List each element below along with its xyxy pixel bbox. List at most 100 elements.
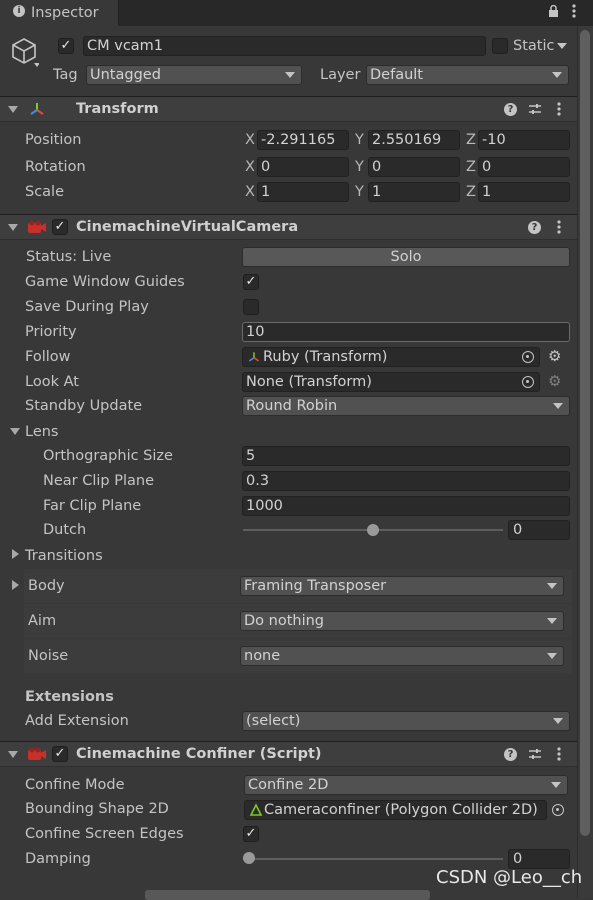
chevron-down-icon xyxy=(551,782,561,788)
cube-icon xyxy=(9,36,40,73)
confiner-enabled-checkbox[interactable]: ✓ xyxy=(52,746,68,762)
save-during-play-checkbox[interactable] xyxy=(243,299,259,315)
scale-x-field[interactable]: 1 xyxy=(257,182,349,202)
object-name-field[interactable]: CM vcam1 xyxy=(83,36,486,56)
priority-label: Priority xyxy=(25,324,77,340)
position-x-field[interactable]: -2.291165 xyxy=(257,130,349,150)
foldout-arrow-icon[interactable] xyxy=(12,549,19,559)
chevron-down-icon xyxy=(552,72,562,78)
transform-axes-icon xyxy=(247,350,261,366)
scale-z-field[interactable]: 1 xyxy=(478,182,570,202)
noise-dropdown[interactable]: none xyxy=(240,646,564,666)
follow-field[interactable]: Ruby (Transform) xyxy=(242,347,540,367)
foldout-arrow-icon[interactable] xyxy=(12,580,19,590)
confine-screen-edges-checkbox[interactable]: ✓ xyxy=(243,826,259,842)
menu-dots-icon[interactable] xyxy=(572,3,576,24)
preset-icon[interactable] xyxy=(528,102,542,121)
foldout-arrow-icon[interactable] xyxy=(10,428,20,435)
standby-update-value: Round Robin xyxy=(246,398,338,414)
solo-button[interactable]: Solo xyxy=(242,247,570,267)
axis-z-label[interactable]: Z xyxy=(466,131,476,149)
axis-y-label[interactable]: Y xyxy=(355,158,364,176)
noise-value: none xyxy=(244,648,281,664)
chevron-down-icon xyxy=(547,583,557,589)
axis-x-label[interactable]: X xyxy=(245,131,255,149)
dutch-slider-knob[interactable] xyxy=(367,524,379,536)
scrollbar-thumb[interactable] xyxy=(580,30,590,836)
preset-icon[interactable] xyxy=(528,747,542,766)
static-dropdown-arrow[interactable] xyxy=(557,43,567,49)
confiner-header[interactable]: ✓ Cinemachine Confiner (Script) ? xyxy=(0,741,577,767)
transform-header[interactable]: Transform ? xyxy=(0,96,577,122)
layer-dropdown[interactable]: Default xyxy=(366,65,569,85)
axis-x-label[interactable]: X xyxy=(245,183,255,201)
axis-y-label[interactable]: Y xyxy=(355,183,364,201)
scale-y-field[interactable]: 1 xyxy=(368,182,460,202)
position-label: Position xyxy=(25,132,82,148)
foldout-arrow-icon[interactable] xyxy=(8,106,18,113)
damping-field[interactable]: 0 xyxy=(508,849,570,869)
add-extension-dropdown[interactable]: (select) xyxy=(242,711,570,731)
inspector-tab[interactable]: i Inspector xyxy=(0,0,119,26)
help-icon[interactable]: ? xyxy=(528,221,541,234)
axis-z-label[interactable]: Z xyxy=(466,158,476,176)
add-extension-label: Add Extension xyxy=(25,713,129,729)
vcam-title: CinemachineVirtualCamera xyxy=(76,219,299,235)
gear-icon[interactable]: ⚙ xyxy=(548,373,561,389)
aim-dropdown[interactable]: Do nothing xyxy=(240,611,564,631)
ortho-size-field[interactable]: 5 xyxy=(242,446,570,466)
tag-dropdown[interactable]: Untagged xyxy=(86,65,302,85)
menu-dots-icon[interactable] xyxy=(557,746,561,767)
vcam-enabled-checkbox[interactable]: ✓ xyxy=(52,219,68,235)
far-clip-field[interactable]: 1000 xyxy=(242,496,570,516)
gear-icon[interactable]: ⚙ xyxy=(548,348,561,364)
rotation-y-field[interactable]: 0 xyxy=(368,157,460,177)
position-z-field[interactable]: -10 xyxy=(478,130,570,150)
transitions-label[interactable]: Transitions xyxy=(25,547,103,565)
standby-update-dropdown[interactable]: Round Robin xyxy=(242,396,570,416)
rotation-z-field[interactable]: 0 xyxy=(478,157,570,177)
polygon-collider-icon xyxy=(249,803,263,819)
static-checkbox[interactable] xyxy=(492,38,508,54)
chevron-down-icon xyxy=(553,403,563,409)
target-icon[interactable] xyxy=(522,376,534,388)
menu-dots-icon[interactable] xyxy=(557,101,561,122)
menu-dots-icon[interactable] xyxy=(557,219,561,240)
lens-label[interactable]: Lens xyxy=(25,423,59,441)
standby-update-label: Standby Update xyxy=(25,398,143,414)
axis-z-label[interactable]: Z xyxy=(466,183,476,201)
axis-x-label[interactable]: X xyxy=(245,158,255,176)
target-icon[interactable] xyxy=(522,351,534,363)
scale-label: Scale xyxy=(25,184,65,200)
bounding-shape-field[interactable]: Cameraconfiner (Polygon Collider 2D) xyxy=(244,800,547,820)
ortho-size-label: Orthographic Size xyxy=(43,448,173,464)
help-icon[interactable]: ? xyxy=(504,748,517,761)
vcam-header[interactable]: ✓ CinemachineVirtualCamera ? xyxy=(0,214,577,240)
priority-field[interactable]: 10 xyxy=(242,322,570,342)
damping-slider-knob[interactable] xyxy=(243,852,255,864)
active-checkbox[interactable]: ✓ xyxy=(58,38,74,54)
chevron-down-icon xyxy=(547,618,557,624)
near-clip-field[interactable]: 0.3 xyxy=(242,471,570,491)
add-component-button[interactable] xyxy=(145,890,430,900)
axis-y-label[interactable]: Y xyxy=(355,131,364,149)
confine-mode-label: Confine Mode xyxy=(25,777,125,793)
damping-slider-track[interactable] xyxy=(243,858,503,860)
position-y-field[interactable]: 2.550169 xyxy=(368,130,460,150)
rotation-x-field[interactable]: 0 xyxy=(257,157,349,177)
damping-label: Damping xyxy=(25,851,91,867)
save-during-play-label: Save During Play xyxy=(25,299,149,315)
foldout-arrow-icon[interactable] xyxy=(8,751,18,758)
look-at-field[interactable]: None (Transform) xyxy=(242,372,540,392)
extensions-heading: Extensions xyxy=(25,689,114,705)
chevron-down-icon xyxy=(553,718,563,724)
foldout-arrow-icon[interactable] xyxy=(8,224,18,231)
help-icon[interactable]: ? xyxy=(504,103,517,116)
confine-mode-dropdown[interactable]: Confine 2D xyxy=(244,775,568,795)
body-dropdown[interactable]: Framing Transposer xyxy=(240,576,564,596)
lock-icon[interactable] xyxy=(548,4,559,23)
target-icon[interactable] xyxy=(552,804,564,816)
confiner-title: Cinemachine Confiner (Script) xyxy=(76,746,322,762)
dutch-field[interactable]: 0 xyxy=(508,520,570,540)
game-window-guides-checkbox[interactable]: ✓ xyxy=(243,274,259,290)
